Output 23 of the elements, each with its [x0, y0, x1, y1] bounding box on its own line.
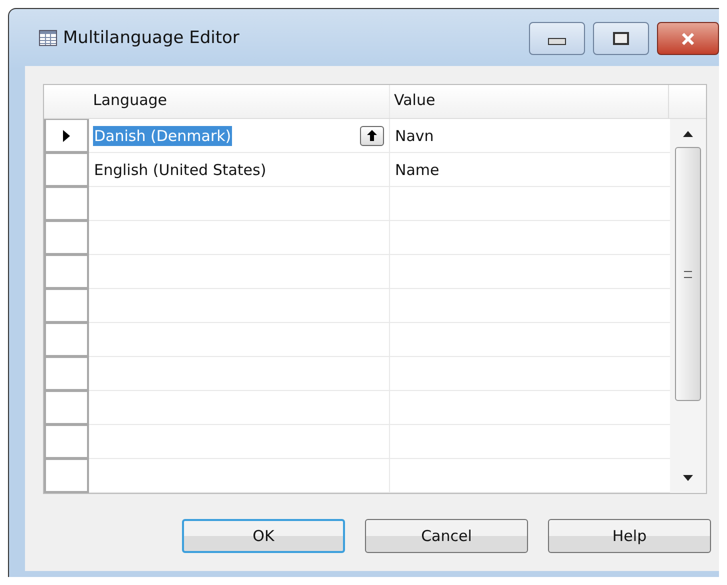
table-cell: English (United States)	[93, 160, 268, 180]
window-title: Multilanguage Editor	[63, 28, 240, 48]
current-row-icon	[63, 130, 70, 142]
up-arrow-icon	[367, 130, 377, 141]
table-cell: Navn	[394, 126, 435, 146]
table-icon	[39, 30, 57, 46]
table-cell: Name	[394, 160, 440, 180]
scroll-down-icon[interactable]	[683, 475, 693, 481]
lookup-button[interactable]	[360, 126, 384, 146]
column-header[interactable]: Language	[89, 85, 390, 118]
scrollbar[interactable]	[670, 119, 706, 493]
column-header[interactable]: Value	[390, 85, 668, 118]
table-cell: Danish (Denmark)	[93, 126, 232, 146]
scroll-up-icon[interactable]	[683, 131, 693, 137]
close-button[interactable]	[657, 22, 719, 55]
minimize-button[interactable]	[529, 22, 585, 55]
dialog-button[interactable]: Cancel	[365, 519, 528, 553]
row-selector[interactable]	[44, 119, 89, 153]
maximize-button[interactable]	[593, 22, 649, 55]
scroll-thumb[interactable]	[675, 147, 701, 401]
close-icon	[680, 32, 696, 44]
dialog-button[interactable]: OK	[182, 519, 345, 553]
dialog-button[interactable]: Help	[548, 519, 711, 553]
